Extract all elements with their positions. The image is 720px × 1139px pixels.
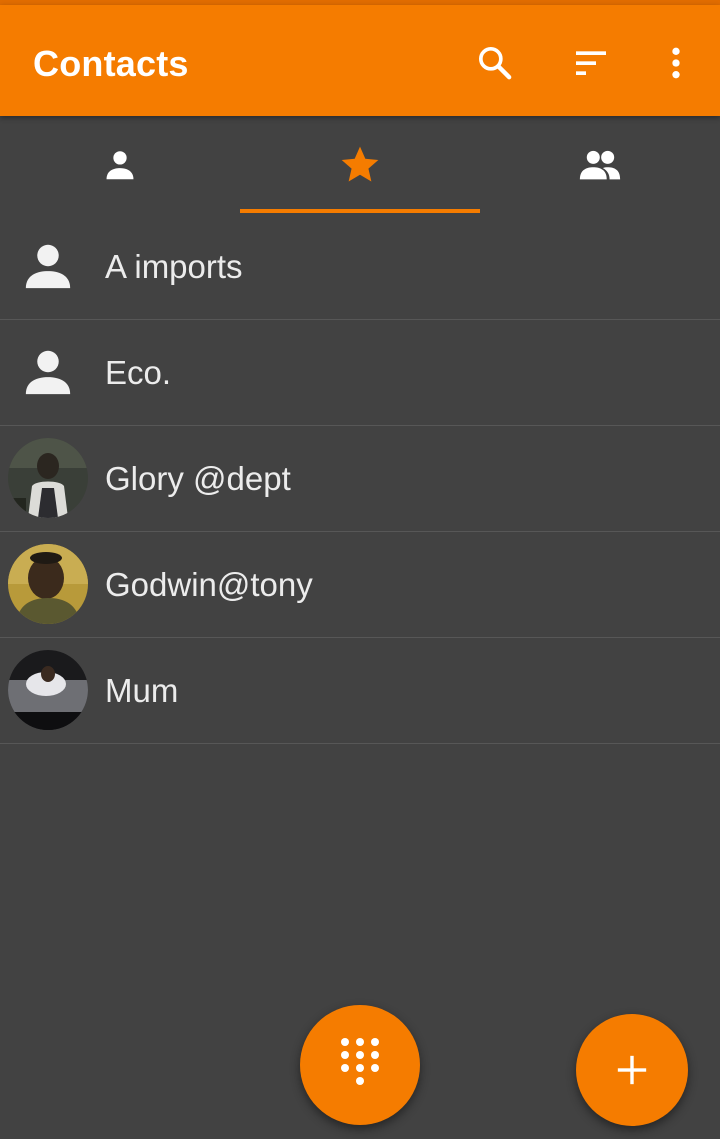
plus-icon bbox=[617, 1055, 647, 1085]
tab-contacts[interactable] bbox=[0, 116, 240, 214]
contact-photo bbox=[8, 544, 88, 624]
avatar bbox=[8, 226, 88, 306]
contact-name: Godwin@tony bbox=[105, 566, 313, 603]
sort-icon bbox=[576, 51, 606, 75]
contact-name: Eco. bbox=[105, 354, 172, 391]
more-vert-icon bbox=[672, 47, 680, 79]
avatar bbox=[8, 650, 88, 730]
tab-favorites[interactable] bbox=[240, 116, 480, 214]
contact-photo bbox=[8, 650, 88, 730]
tab-bar bbox=[0, 116, 720, 214]
list-item[interactable]: Eco. bbox=[0, 320, 720, 426]
contact-name: Mum bbox=[105, 672, 179, 709]
more-options-button[interactable] bbox=[648, 35, 704, 91]
person-placeholder-icon bbox=[25, 244, 71, 289]
list-item[interactable]: Godwin@tony bbox=[0, 532, 720, 638]
page-title: Contacts bbox=[33, 43, 189, 84]
contact-name: A imports bbox=[105, 248, 243, 285]
person-icon bbox=[106, 151, 134, 180]
sort-button[interactable] bbox=[563, 35, 619, 91]
dialpad-button[interactable] bbox=[300, 1005, 420, 1125]
avatar bbox=[8, 438, 88, 518]
contact-photo bbox=[8, 438, 88, 518]
person-placeholder-icon bbox=[25, 350, 71, 395]
contact-name: Glory @dept bbox=[105, 460, 291, 497]
selected-tab-indicator bbox=[240, 209, 480, 213]
favorites-list: A imports Eco. Glory @dept Godwin@tony M… bbox=[0, 214, 720, 744]
avatar bbox=[8, 332, 88, 412]
dialpad-icon bbox=[341, 1038, 379, 1085]
list-item[interactable]: A imports bbox=[0, 214, 720, 320]
search-button[interactable] bbox=[467, 35, 523, 91]
list-item[interactable]: Glory @dept bbox=[0, 426, 720, 532]
list-item[interactable]: Mum bbox=[0, 638, 720, 744]
tab-groups[interactable] bbox=[480, 116, 720, 214]
star-icon bbox=[341, 146, 379, 182]
app-bar: Contacts bbox=[0, 5, 720, 116]
group-icon bbox=[579, 150, 621, 180]
add-contact-button[interactable] bbox=[576, 1014, 688, 1126]
avatar bbox=[8, 544, 88, 624]
search-icon bbox=[479, 47, 512, 80]
